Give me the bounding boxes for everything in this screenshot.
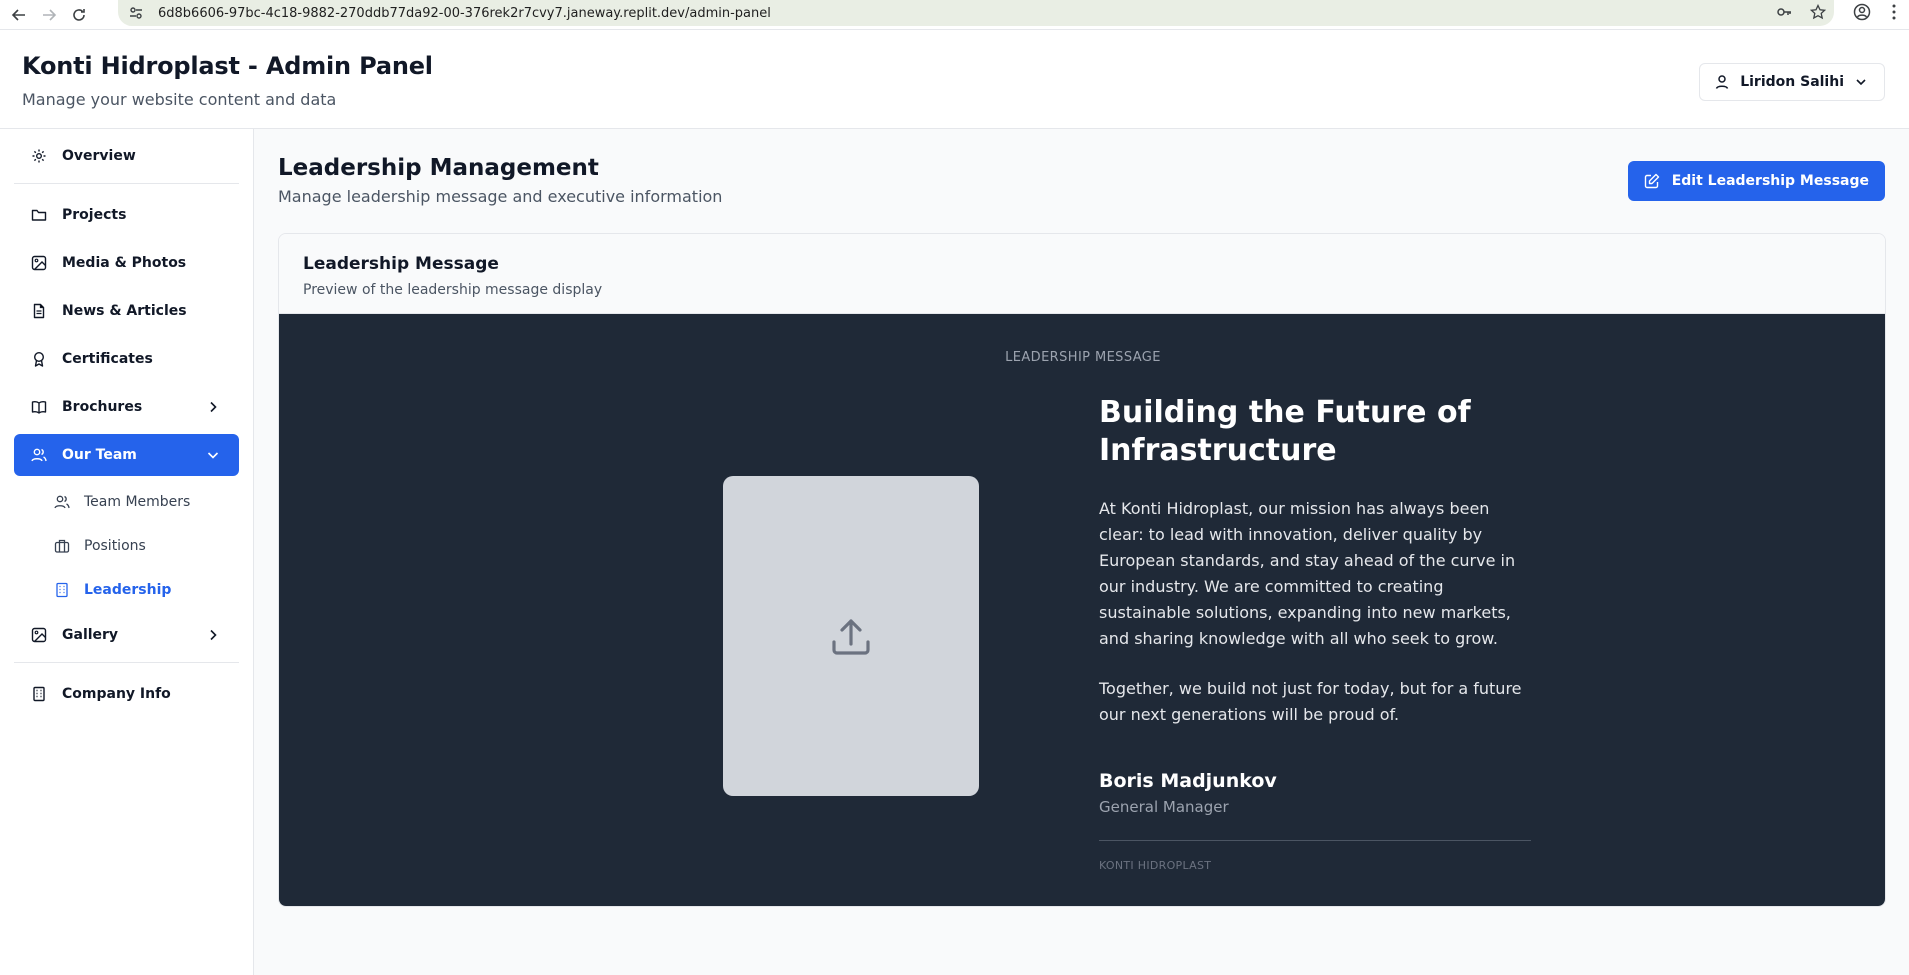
card-subtitle: Preview of the leadership message displa… bbox=[303, 282, 603, 298]
signature-divider bbox=[1099, 840, 1531, 841]
main-content: Leadership Management Manage leadership … bbox=[254, 129, 1909, 975]
chevron-right-icon bbox=[205, 399, 221, 415]
preview-eyebrow: LEADERSHIP MESSAGE bbox=[1005, 350, 1161, 365]
book-icon bbox=[30, 398, 48, 416]
sidebar-item-label: News & Articles bbox=[62, 303, 187, 319]
forward-icon[interactable] bbox=[38, 4, 60, 26]
award-icon bbox=[30, 350, 48, 368]
leader-role: General Manager bbox=[1099, 798, 1229, 816]
image-icon bbox=[30, 254, 48, 272]
sidebar-item-company-info[interactable]: Company Info bbox=[14, 673, 239, 715]
page-subtitle: Manage leadership message and executive … bbox=[278, 187, 723, 206]
card-header: Leadership Message Preview of the leader… bbox=[279, 234, 1885, 314]
password-key-icon[interactable] bbox=[1776, 4, 1792, 20]
page-title: Leadership Management bbox=[278, 155, 599, 181]
chevron-right-icon bbox=[205, 627, 221, 643]
sidebar-item-gallery[interactable]: Gallery bbox=[14, 614, 239, 656]
sidebar-item-our-team[interactable]: Our Team bbox=[14, 434, 239, 476]
browser-menu-icon[interactable] bbox=[1885, 3, 1903, 21]
sidebar: Overview Projects Media & Photos News & … bbox=[0, 129, 254, 975]
sidebar-subitem-team-members[interactable]: Team Members bbox=[14, 482, 239, 522]
leader-name: Boris Madjunkov bbox=[1099, 770, 1277, 792]
reload-icon[interactable] bbox=[68, 4, 90, 26]
users-icon bbox=[30, 446, 48, 464]
message-paragraph-2: Together, we build not just for today, b… bbox=[1099, 679, 1522, 724]
sidebar-item-projects[interactable]: Projects bbox=[14, 194, 239, 236]
sidebar-subitem-label: Team Members bbox=[84, 494, 191, 510]
gear-icon bbox=[30, 147, 48, 165]
sidebar-item-label: Certificates bbox=[62, 351, 153, 367]
sidebar-item-label: Overview bbox=[62, 148, 136, 164]
sidebar-subitem-positions[interactable]: Positions bbox=[14, 526, 239, 566]
user-name: Liridon Salihi bbox=[1740, 74, 1844, 90]
sidebar-item-label: Our Team bbox=[62, 447, 137, 463]
message-headline: Building the Future of Infrastructure bbox=[1099, 395, 1471, 468]
company-name: KONTI HIDROPLAST bbox=[1099, 859, 1212, 872]
browser-toolbar: 6d8b6606-97bc-4c18-9882-270ddb77da92-00-… bbox=[0, 0, 1909, 30]
building-icon bbox=[30, 685, 48, 703]
sidebar-item-label: Media & Photos bbox=[62, 255, 187, 271]
building-icon bbox=[54, 582, 70, 598]
edit-button-label: Edit Leadership Message bbox=[1671, 173, 1869, 189]
image-icon bbox=[30, 626, 48, 644]
url-text[interactable]: 6d8b6606-97bc-4c18-9882-270ddb77da92-00-… bbox=[158, 6, 771, 21]
leadership-message-card: Leadership Message Preview of the leader… bbox=[278, 233, 1886, 907]
bookmark-star-icon[interactable] bbox=[1810, 4, 1826, 20]
sidebar-divider bbox=[14, 183, 239, 184]
chevron-down-icon bbox=[1854, 75, 1868, 89]
user-menu-button[interactable]: Liridon Salihi bbox=[1699, 63, 1885, 101]
sidebar-subitem-label: Positions bbox=[84, 538, 146, 554]
user-icon bbox=[1714, 74, 1730, 90]
sidebar-item-label: Brochures bbox=[62, 399, 143, 415]
app-header: Konti Hidroplast - Admin Panel Manage yo… bbox=[0, 30, 1909, 129]
sidebar-item-label: Gallery bbox=[62, 627, 119, 643]
app-title: Konti Hidroplast - Admin Panel bbox=[22, 52, 433, 80]
sidebar-item-label: Company Info bbox=[62, 686, 171, 702]
message-paragraph-1: At Konti Hidroplast, our mission has alw… bbox=[1099, 499, 1516, 648]
sidebar-item-overview[interactable]: Overview bbox=[14, 135, 239, 177]
sidebar-item-brochures[interactable]: Brochures bbox=[14, 386, 239, 428]
edit-icon bbox=[1644, 173, 1660, 189]
address-bar[interactable]: 6d8b6606-97bc-4c18-9882-270ddb77da92-00-… bbox=[118, 0, 1834, 26]
sidebar-item-label: Projects bbox=[62, 207, 127, 223]
back-icon[interactable] bbox=[8, 4, 30, 26]
app-subtitle: Manage your website content and data bbox=[22, 90, 337, 109]
briefcase-icon bbox=[54, 538, 70, 554]
profile-icon[interactable] bbox=[1853, 3, 1871, 21]
file-text-icon bbox=[30, 302, 48, 320]
message-text-column: Building the Future of Infrastructure At… bbox=[1099, 394, 1539, 872]
sidebar-subitem-label: Leadership bbox=[84, 582, 172, 598]
sidebar-item-media-photos[interactable]: Media & Photos bbox=[14, 242, 239, 284]
edit-leadership-message-button[interactable]: Edit Leadership Message bbox=[1627, 161, 1885, 201]
site-info-icon[interactable] bbox=[128, 5, 144, 21]
leader-photo-placeholder bbox=[723, 476, 979, 796]
chevron-down-icon bbox=[205, 447, 221, 463]
folder-icon bbox=[30, 206, 48, 224]
card-title: Leadership Message bbox=[303, 254, 499, 274]
upload-icon bbox=[829, 614, 873, 658]
leadership-preview: LEADERSHIP MESSAGE Building the Future o… bbox=[279, 314, 1885, 906]
sidebar-item-certificates[interactable]: Certificates bbox=[14, 338, 239, 380]
users-icon bbox=[54, 494, 70, 510]
sidebar-subitem-leadership[interactable]: Leadership bbox=[14, 570, 239, 610]
sidebar-item-news-articles[interactable]: News & Articles bbox=[14, 290, 239, 332]
sidebar-divider bbox=[14, 662, 239, 663]
